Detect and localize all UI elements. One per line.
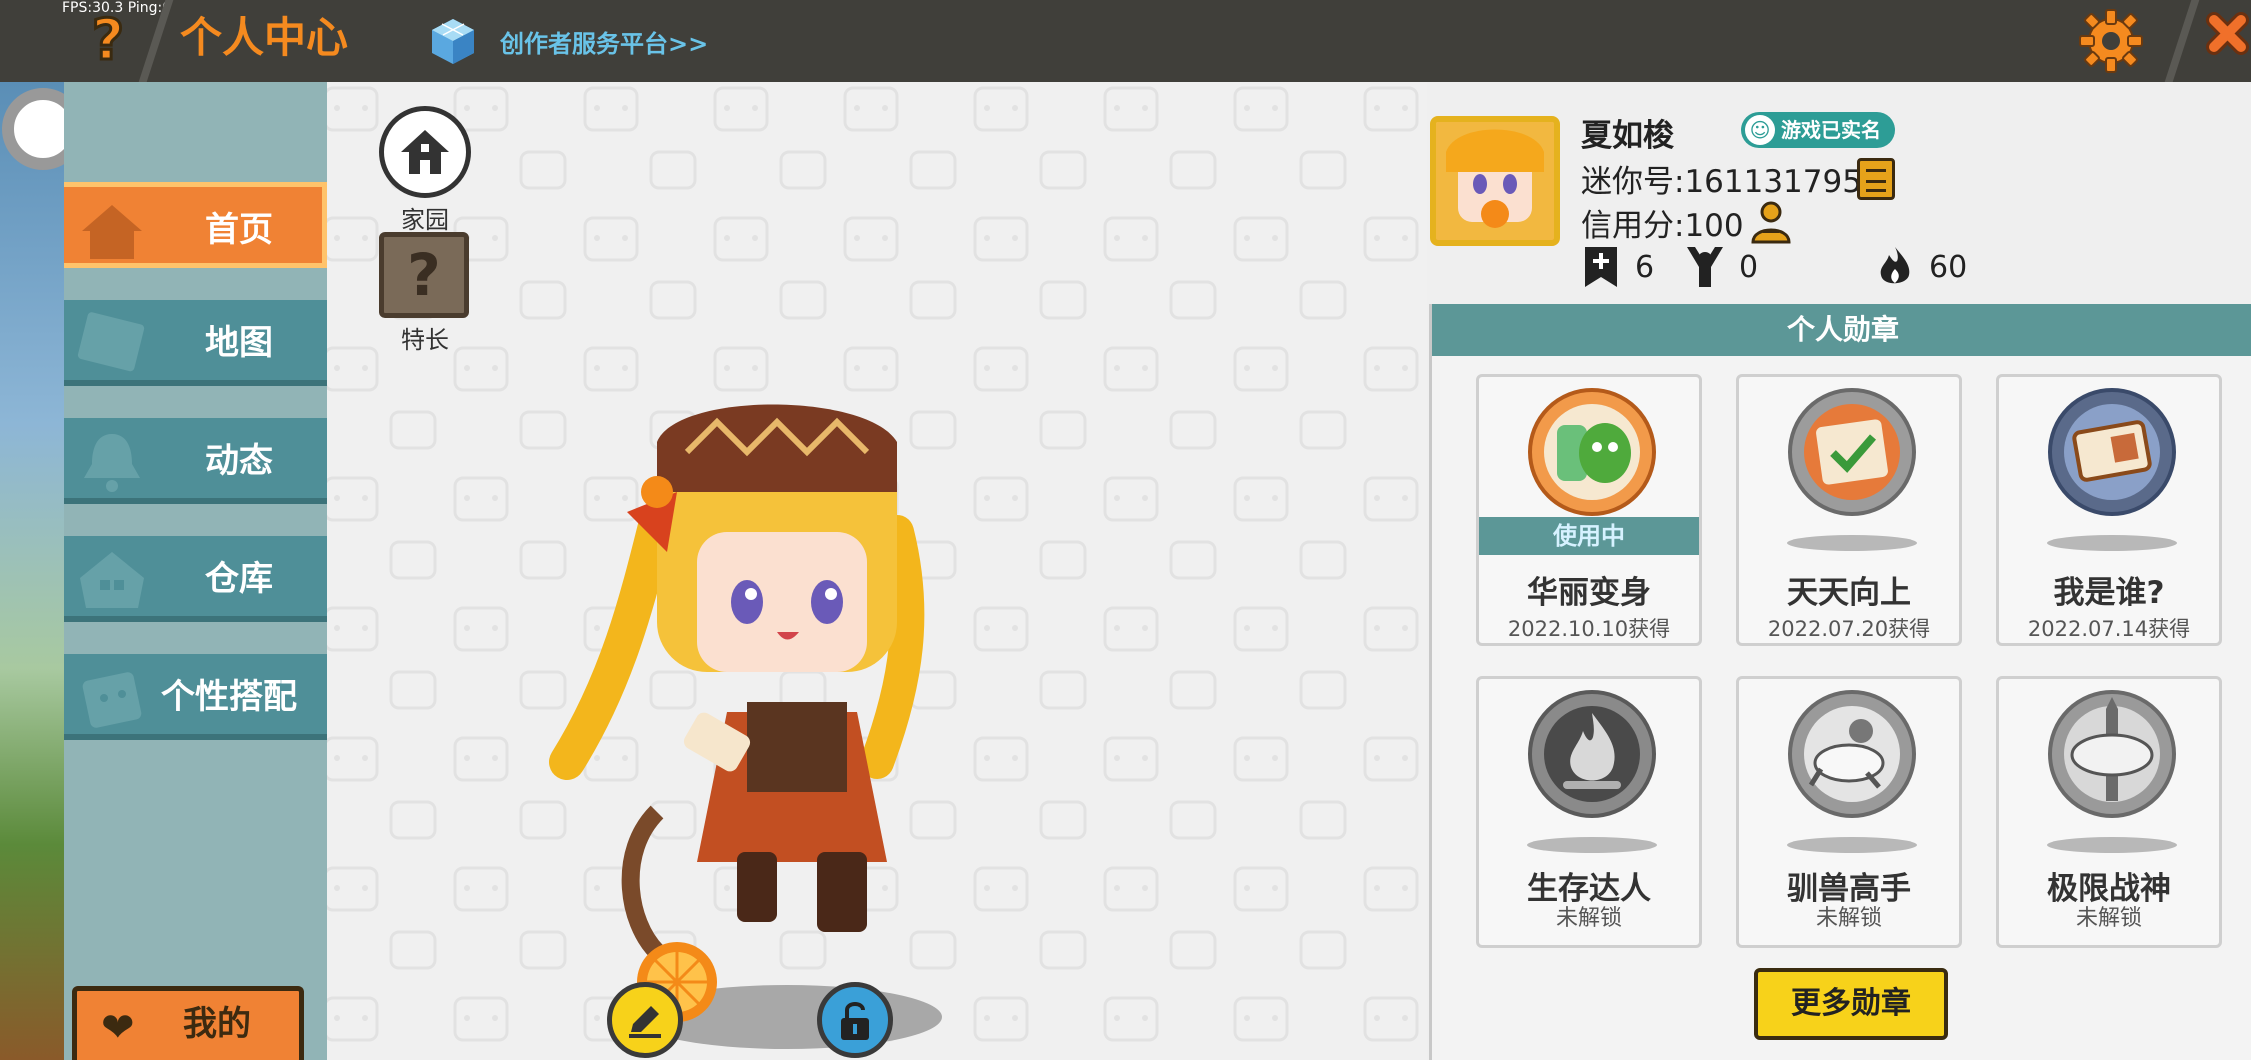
sidebar-item-label: 首页 bbox=[205, 210, 273, 250]
game-background-strip bbox=[0, 82, 64, 1060]
medal-date: 2022.10.10获得 bbox=[1507, 617, 1671, 641]
medal-card[interactable]: 极限战神 未解锁 bbox=[1996, 676, 2222, 948]
verified-badge: ☺ 游戏已实名 bbox=[1741, 112, 1895, 148]
medals-title: 个人勋章 bbox=[1432, 304, 2251, 356]
sidebar-item-map[interactable]: 地图 bbox=[64, 300, 327, 386]
warehouse-icon bbox=[80, 552, 144, 608]
stat-fans-value: 0 bbox=[1739, 249, 1759, 285]
help-button[interactable]: ? bbox=[78, 8, 138, 73]
medal-card[interactable]: 天天向上 2022.07.20获得 bbox=[1736, 374, 1962, 646]
profile-avatar[interactable] bbox=[1430, 116, 1560, 246]
sidebar-item-feed[interactable]: 动态 bbox=[64, 418, 327, 504]
stat-plus: 6 bbox=[1581, 242, 1654, 292]
homestead-button[interactable]: 家园 bbox=[379, 106, 471, 235]
mine-label: 我的 bbox=[183, 1004, 251, 1044]
top-bar: FPS:30.3 Ping:0 ? 个人中心 创作者服务平台>> bbox=[0, 0, 2251, 82]
stat-heat-value: 60 bbox=[1929, 249, 1968, 285]
credit-score: 信用分:100 bbox=[1581, 208, 1744, 244]
medal-card[interactable]: 生存达人 未解锁 bbox=[1476, 676, 1702, 948]
player-avatar bbox=[549, 404, 942, 1049]
person-check-icon: ☺ bbox=[1745, 115, 1775, 145]
bell-icon bbox=[84, 434, 140, 492]
medal-shadow bbox=[2047, 837, 2177, 853]
medal-date: 2022.07.20获得 bbox=[1767, 617, 1931, 641]
campfire-medal-icon bbox=[1528, 690, 1656, 818]
skills-button[interactable]: ? 特长 bbox=[379, 232, 471, 355]
more-medals-button[interactable]: 更多勋章 bbox=[1754, 968, 1948, 1040]
stat-plus-value: 6 bbox=[1635, 249, 1655, 285]
lock-button[interactable] bbox=[817, 982, 893, 1058]
sidebar-item-storage[interactable]: 仓库 bbox=[64, 536, 327, 622]
close-icon[interactable] bbox=[2196, 6, 2251, 76]
medal-shadow bbox=[1787, 535, 1917, 551]
medal-name: 华丽变身 bbox=[1527, 575, 1651, 611]
medal-locked-label: 未解锁 bbox=[1555, 906, 1622, 931]
copy-icon[interactable] bbox=[1857, 158, 1895, 200]
cheering-person-icon bbox=[1687, 247, 1723, 287]
home-icon bbox=[379, 106, 471, 198]
mini-id: 迷你号:1611317952 bbox=[1581, 164, 1882, 200]
unlock-icon bbox=[841, 1002, 869, 1040]
tamer-medal-icon bbox=[1788, 690, 1916, 818]
sidebar-item-label: 动态 bbox=[205, 441, 273, 481]
flame-icon bbox=[1880, 247, 1910, 284]
cube-icon bbox=[432, 19, 474, 64]
creator-platform-link[interactable]: 创作者服务平台>> bbox=[428, 14, 708, 68]
divider bbox=[2164, 0, 2200, 82]
medal-shadow bbox=[1527, 837, 1657, 853]
gear-icon[interactable] bbox=[2078, 8, 2144, 74]
calendar-medal-icon bbox=[1788, 388, 1916, 516]
medal-shadow bbox=[1787, 837, 1917, 853]
heart-icon: ❤ bbox=[101, 1005, 135, 1051]
transform-medal-icon bbox=[1528, 388, 1656, 516]
creator-platform-label: 创作者服务平台>> bbox=[500, 29, 709, 58]
medal-date: 2022.07.14获得 bbox=[2027, 617, 2191, 641]
id-card-medal-icon bbox=[2048, 388, 2176, 516]
avatar-portrait bbox=[1436, 122, 1554, 240]
sidebar-item-home[interactable]: 首页 bbox=[64, 182, 327, 268]
medal-name: 我是谁? bbox=[2053, 575, 2165, 611]
medal-in-use-label: 使用中 bbox=[1479, 517, 1699, 555]
profile-header: 夏如梭 ☺ 游戏已实名 迷你号:1611317952 信用分:100 6 0 6… bbox=[1427, 82, 2251, 302]
mine-button[interactable]: ❤ 我的 bbox=[72, 986, 304, 1060]
profile-name: 夏如梭 bbox=[1581, 118, 1674, 154]
medals-panel: 个人勋章 使用中 华丽变身 2022.10.10获得 天天向上 2022.07.… bbox=[1429, 304, 2251, 1060]
medal-name: 天天向上 bbox=[1787, 575, 1911, 611]
pencil-icon bbox=[629, 1006, 661, 1038]
medal-card[interactable]: 驯兽高手 未解锁 bbox=[1736, 676, 1962, 948]
edit-button[interactable] bbox=[607, 982, 683, 1058]
verified-label: 游戏已实名 bbox=[1781, 118, 1881, 142]
boss-sword-medal-icon bbox=[2048, 690, 2176, 818]
house-icon bbox=[82, 205, 142, 259]
question-block-icon: ? bbox=[379, 232, 469, 318]
skills-label: 特长 bbox=[401, 326, 449, 354]
plus-bookmark-icon bbox=[1585, 247, 1617, 287]
medal-shadow bbox=[2047, 535, 2177, 551]
credit-person-icon[interactable] bbox=[1749, 200, 1793, 244]
medal-locked-label: 未解锁 bbox=[2075, 906, 2142, 931]
avatar-stage: 家园 ? 特长 bbox=[327, 82, 1427, 1060]
stat-fans: 0 bbox=[1685, 242, 1758, 292]
medal-locked-label: 未解锁 bbox=[1815, 906, 1882, 931]
map-icon bbox=[77, 312, 145, 372]
homestead-label: 家园 bbox=[401, 206, 449, 234]
page-title: 个人中心 bbox=[180, 13, 349, 62]
sidebar-item-outfit[interactable]: 个性搭配 bbox=[64, 654, 327, 740]
stat-heat: 60 bbox=[1875, 242, 1967, 292]
sidebar: 首页 地图 动态 仓库 个性搭配 bbox=[64, 82, 327, 1060]
sidebar-item-label: 地图 bbox=[205, 323, 273, 363]
medal-card[interactable]: 我是谁? 2022.07.14获得 bbox=[1996, 374, 2222, 646]
sidebar-item-label: 仓库 bbox=[205, 559, 273, 599]
medal-card[interactable]: 使用中 华丽变身 2022.10.10获得 bbox=[1476, 374, 1702, 646]
sidebar-item-label: 个性搭配 bbox=[161, 677, 297, 717]
